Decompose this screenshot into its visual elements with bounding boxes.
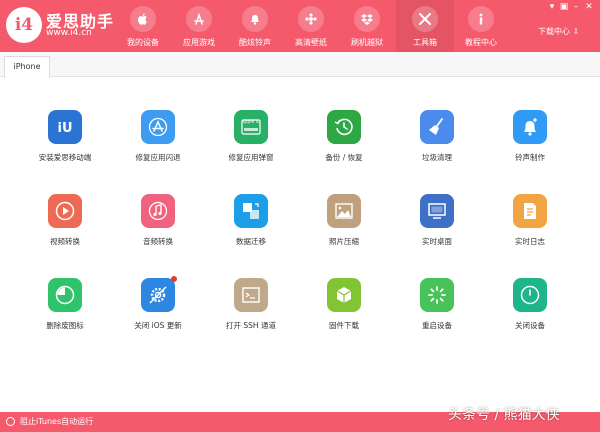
i4-logo: i4 [6, 7, 42, 43]
nav-label: 高清壁纸 [295, 38, 327, 47]
tile-label: 备份 / 恢复 [325, 153, 363, 162]
bell-icon [242, 6, 268, 32]
transfer-icon [234, 194, 268, 228]
play-icon [48, 194, 82, 228]
tile-delete-icons[interactable]: 删除废图标 [20, 278, 110, 331]
tile-backup-restore[interactable]: 备份 / 恢复 [299, 110, 389, 163]
tile-label: 关闭 iOS 更新 [134, 321, 182, 330]
app-store-icon [186, 6, 212, 32]
tile-label: 固件下载 [329, 321, 359, 330]
document-icon [513, 194, 547, 228]
loading-spinner-icon [420, 278, 454, 312]
tile-label: 实时日志 [515, 237, 545, 246]
tile-open-ssh[interactable]: 打开 SSH 通道 [206, 278, 296, 331]
skin-icon[interactable]: ▾ [546, 2, 558, 12]
watermark: 头条号 / 熊猫大侠 [448, 407, 560, 423]
device-tab-bar: iPhone [0, 52, 600, 78]
tile-video-convert[interactable]: 视频转换 [20, 194, 110, 247]
nav-my-device[interactable]: 我的设备 [114, 0, 172, 52]
nav-flash-jailbreak[interactable]: 刷机越狱 [338, 0, 396, 52]
stop-circle-icon [6, 417, 15, 426]
nav-label: 我的设备 [127, 38, 159, 47]
dropbox-icon [354, 6, 380, 32]
tile-fix-crash[interactable]: 修复应用闪退 [113, 110, 203, 163]
download-center-label: 下载中心 [538, 27, 570, 36]
block-itunes-autorun-toggle[interactable]: 阻止iTunes自动运行 [20, 416, 93, 427]
tile-label: 实时桌面 [422, 237, 452, 246]
tile-fix-popup[interactable]: Apple ID 修复应用弹窗 [206, 110, 296, 163]
tile-live-log[interactable]: 实时日志 [485, 194, 575, 247]
broom-icon [420, 110, 454, 144]
app-store-icon [141, 110, 175, 144]
gear-icon [141, 276, 177, 312]
music-note-icon [141, 194, 175, 228]
tile-install-mobile[interactable]: iU 安装爱思移动端 [20, 110, 110, 163]
tile-label: 安装爱思移动端 [38, 153, 92, 162]
nav-label: 工具箱 [413, 38, 437, 47]
tile-ringtone-maker[interactable]: 铃声制作 [485, 110, 575, 163]
tile-photo-compress[interactable]: 照片压缩 [299, 194, 389, 247]
tile-live-desktop[interactable]: 实时桌面 [392, 194, 482, 247]
apple-id-icon: Apple ID [234, 110, 268, 144]
nav-label: 应用游戏 [183, 38, 215, 47]
tile-label: 打开 SSH 通道 [226, 321, 276, 330]
nav-label: 酷炫铃声 [239, 38, 271, 47]
tile-label: 铃声制作 [515, 153, 545, 162]
tile-disable-ios-update[interactable]: 关闭 iOS 更新 [113, 276, 203, 331]
notification-dot [171, 276, 177, 282]
minimize-icon[interactable]: – [570, 2, 582, 12]
brand-url: www.i4.cn [46, 28, 92, 38]
tile-label: 关闭设备 [515, 321, 545, 330]
tile-label: 数据迁移 [236, 237, 266, 246]
tile-label: 重启设备 [422, 321, 452, 330]
nav-wallpapers[interactable]: 高清壁纸 [282, 0, 340, 52]
apple-icon [130, 6, 156, 32]
nav-label: 刷机越狱 [351, 38, 383, 47]
clock-restore-icon [327, 110, 361, 144]
wallpaper-icon [298, 6, 324, 32]
info-icon [468, 6, 494, 32]
terminal-icon [234, 278, 268, 312]
tools-icon [412, 6, 438, 32]
close-icon[interactable]: ✕ [583, 2, 595, 12]
nav-apps-games[interactable]: 应用游戏 [170, 0, 228, 52]
tile-label: 视频转换 [50, 237, 80, 246]
tile-reboot-device[interactable]: 重启设备 [392, 278, 482, 331]
tile-firmware-download[interactable]: 固件下载 [299, 278, 389, 331]
image-icon [327, 194, 361, 228]
nav-toolbox[interactable]: 工具箱 [396, 0, 454, 52]
tile-data-migrate[interactable]: 数据迁移 [206, 194, 296, 247]
cube-icon [327, 278, 361, 312]
power-icon [513, 278, 547, 312]
settings-icon[interactable]: ▣ [558, 2, 570, 12]
nav-label: 教程中心 [465, 38, 497, 47]
i4-app-icon: iU [48, 110, 82, 144]
bell-plus-icon [513, 110, 547, 144]
tab-iphone[interactable]: iPhone [4, 56, 50, 78]
title-bar: i4 爱思助手 www.i4.cn 我的设备 应用游戏 酷炫铃声 高清壁纸 刷机… [0, 0, 600, 52]
monitor-icon [420, 194, 454, 228]
tile-junk-clean[interactable]: 垃圾清理 [392, 110, 482, 163]
tile-label: 垃圾清理 [422, 153, 452, 162]
tile-label: 删除废图标 [46, 321, 84, 330]
nav-tutorials[interactable]: 教程中心 [452, 0, 510, 52]
nav-ringtones[interactable]: 酷炫铃声 [226, 0, 284, 52]
apple-id-label: Apple ID [241, 120, 261, 125]
tile-label: 修复应用弹窗 [228, 153, 274, 162]
pie-icon [48, 278, 82, 312]
tile-shutdown-device[interactable]: 关闭设备 [485, 278, 575, 331]
tile-label: 修复应用闪退 [135, 153, 181, 162]
download-icon: ⇩ [572, 27, 580, 36]
svg-text:iU: iU [57, 121, 72, 136]
tile-audio-convert[interactable]: 音频转换 [113, 194, 203, 247]
tile-label: 照片压缩 [329, 237, 359, 246]
download-center-button[interactable]: 下载中心 ⇩ [538, 26, 579, 37]
tile-label: 音频转换 [143, 237, 173, 246]
